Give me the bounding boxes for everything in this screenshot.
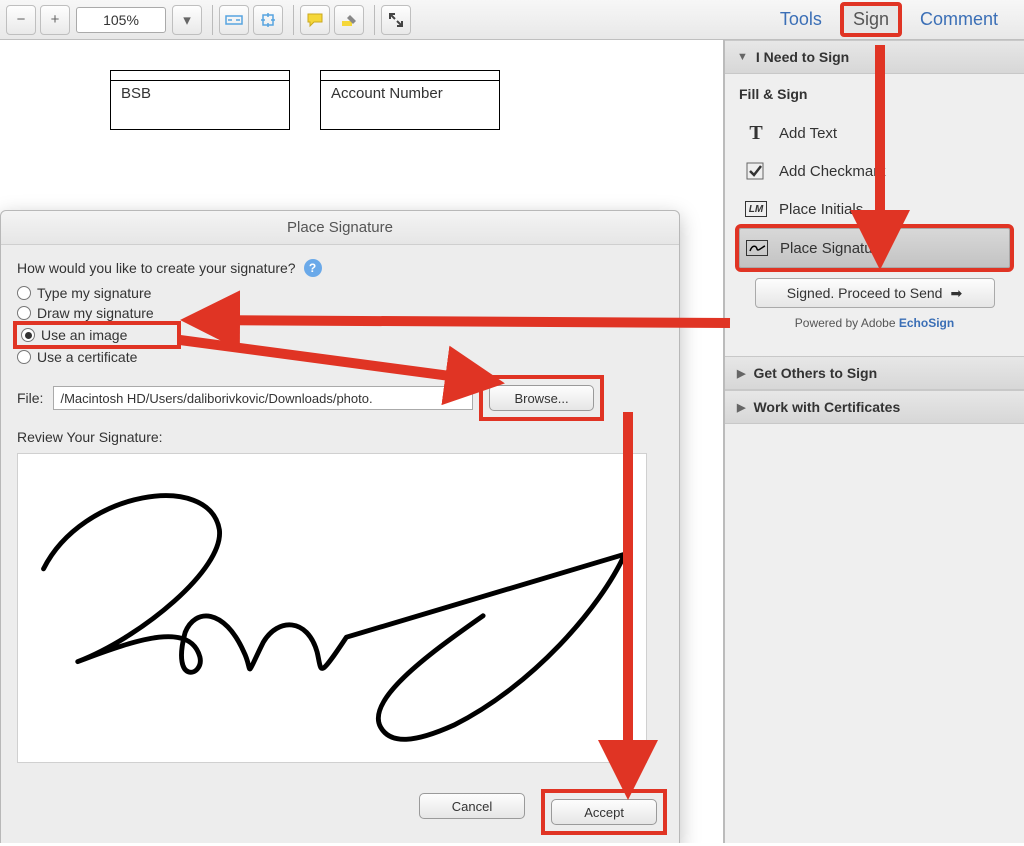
zoom-out-button[interactable]: − xyxy=(6,5,36,35)
fit-page-icon xyxy=(260,12,276,28)
signature-icon xyxy=(746,239,768,257)
radio-draw-signature[interactable]: Draw my signature xyxy=(17,305,663,321)
bsb-box[interactable]: BSB xyxy=(110,80,290,130)
section-title: Get Others to Sign xyxy=(753,365,877,381)
tool-add-checkmark[interactable]: Add Checkmark xyxy=(739,152,1010,190)
toolbar-separator xyxy=(293,5,294,35)
initials-icon: LM xyxy=(745,200,767,218)
radio-label: Draw my signature xyxy=(37,305,154,321)
section-title: I Need to Sign xyxy=(756,49,849,65)
fit-page-button[interactable] xyxy=(253,5,283,35)
comment-tool-button[interactable] xyxy=(300,5,330,35)
form-field-bsb: BSB xyxy=(110,70,290,130)
section-get-others[interactable]: ▶ Get Others to Sign xyxy=(725,356,1024,390)
fit-width-icon xyxy=(225,13,243,27)
zoom-dropdown-button[interactable]: ▾ xyxy=(172,5,202,35)
dialog-question: How would you like to create your signat… xyxy=(17,260,296,276)
radio-icon xyxy=(17,286,31,300)
sign-link[interactable]: Sign xyxy=(842,4,900,35)
section-title: Work with Certificates xyxy=(753,399,900,415)
speech-bubble-icon xyxy=(306,12,324,28)
triangle-right-icon: ▶ xyxy=(737,367,745,380)
checkmark-icon xyxy=(745,162,767,180)
tool-place-signature[interactable]: Place Signature xyxy=(739,228,1010,268)
top-right-links: Tools Sign Comment xyxy=(770,4,1018,35)
tool-label: Place Initials xyxy=(779,201,863,218)
main-wrap: BSB Account Number Place Signature How w… xyxy=(0,40,1024,843)
echosign-link[interactable]: EchoSign xyxy=(899,316,954,330)
highlighter-icon xyxy=(340,12,358,28)
highlight-tool-button[interactable] xyxy=(334,5,364,35)
radio-label: Use an image xyxy=(41,327,127,343)
signature-image xyxy=(24,457,639,759)
tool-label: Add Text xyxy=(779,125,837,142)
comment-link[interactable]: Comment xyxy=(910,5,1008,34)
toolbar-separator xyxy=(374,5,375,35)
tools-link[interactable]: Tools xyxy=(770,5,832,34)
tool-label: Place Signature xyxy=(780,240,886,257)
tool-add-text[interactable]: T Add Text xyxy=(739,114,1010,152)
bsb-label: BSB xyxy=(117,85,151,102)
place-signature-dialog: Place Signature How would you like to cr… xyxy=(0,210,680,843)
zoom-level[interactable]: 105% xyxy=(76,7,166,33)
radio-label: Use a certificate xyxy=(37,349,137,365)
form-field-account: Account Number xyxy=(320,70,500,130)
tool-label: Add Checkmark xyxy=(779,163,886,180)
toolbar-separator xyxy=(212,5,213,35)
accept-button[interactable]: Accept xyxy=(551,799,657,825)
document-area: BSB Account Number Place Signature How w… xyxy=(0,40,724,843)
browse-button[interactable]: Browse... xyxy=(489,385,593,411)
section-work-certificates[interactable]: ▶ Work with Certificates xyxy=(725,390,1024,424)
tool-place-initials[interactable]: LM Place Initials xyxy=(739,190,1010,228)
fullscreen-button[interactable] xyxy=(381,5,411,35)
fill-sign-header: Fill & Sign xyxy=(739,86,1010,102)
file-label: File: xyxy=(17,390,43,406)
radio-label: Type my signature xyxy=(37,285,151,301)
triangle-down-icon: ▼ xyxy=(737,51,748,63)
radio-icon xyxy=(17,350,31,364)
review-signature-label: Review Your Signature: xyxy=(17,429,663,445)
fit-width-button[interactable] xyxy=(219,5,249,35)
radio-icon xyxy=(17,306,31,320)
zoom-in-button[interactable]: + xyxy=(40,5,70,35)
side-panel: ▼ I Need to Sign Fill & Sign T Add Text … xyxy=(724,40,1024,843)
text-icon: T xyxy=(745,124,767,142)
powered-by-text: Powered by Adobe EchoSign xyxy=(739,316,1010,330)
account-number-label: Account Number xyxy=(327,85,443,102)
cancel-button[interactable]: Cancel xyxy=(419,793,525,819)
proceed-to-send-button[interactable]: Signed. Proceed to Send ➡ xyxy=(755,278,995,308)
radio-use-certificate[interactable]: Use a certificate xyxy=(17,349,663,365)
radio-type-signature[interactable]: Type my signature xyxy=(17,285,663,301)
radio-icon xyxy=(21,328,35,342)
help-icon[interactable]: ? xyxy=(304,259,322,277)
top-toolbar: − + 105% ▾ Tools Sign Comment xyxy=(0,0,1024,40)
proceed-label: Signed. Proceed to Send xyxy=(787,285,943,301)
dialog-title: Place Signature xyxy=(1,211,679,245)
fill-sign-body: Fill & Sign T Add Text Add Checkmark LM … xyxy=(725,74,1024,356)
expand-icon xyxy=(388,12,404,28)
form-row: BSB Account Number xyxy=(0,40,723,140)
signature-preview xyxy=(17,453,647,763)
account-number-box[interactable]: Account Number xyxy=(320,80,500,130)
section-need-to-sign[interactable]: ▼ I Need to Sign xyxy=(725,40,1024,74)
arrow-right-icon: ➡ xyxy=(950,285,962,302)
triangle-right-icon: ▶ xyxy=(737,401,745,414)
radio-use-image[interactable]: Use an image xyxy=(17,325,177,345)
file-path-field[interactable]: /Macintosh HD/Users/daliborivkovic/Downl… xyxy=(53,386,473,410)
